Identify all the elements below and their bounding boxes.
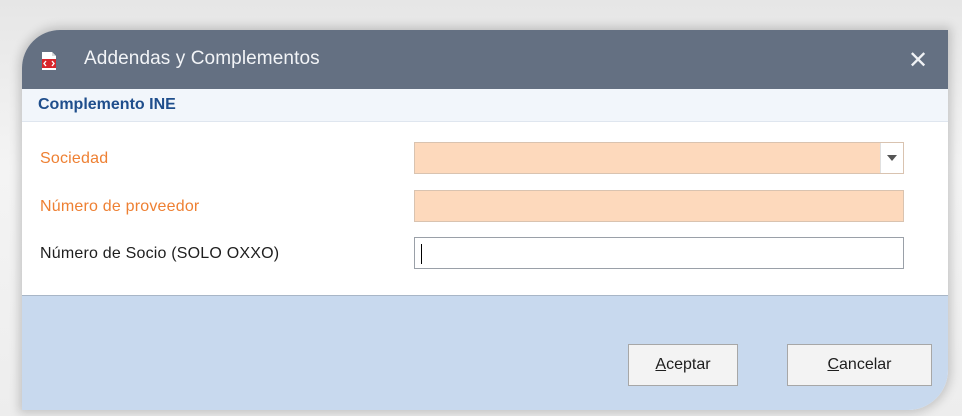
window-title: Addendas y Complementos [84,48,320,69]
proveedor-input[interactable] [414,190,904,222]
accept-accel: A [655,356,667,373]
pdf-document-icon [42,52,56,70]
section-header: Complemento INE [22,89,948,122]
socio-input[interactable] [414,237,904,269]
cancel-button[interactable]: Cancelar [787,344,932,386]
button-bar: Aceptar Cancelar [22,295,948,410]
socio-label: Número de Socio (SOLO OXXO) [40,245,280,262]
title-bar[interactable]: Addendas y Complementos ✕ [22,30,948,89]
sociedad-label: Sociedad [40,150,109,167]
close-button[interactable]: ✕ [900,42,936,78]
chevron-down-icon[interactable] [880,143,903,173]
form: Sociedad Número de proveedor Número de S… [22,122,948,294]
proveedor-label: Número de proveedor [40,198,200,215]
accept-button[interactable]: Aceptar [628,344,738,386]
section-title: Complemento INE [38,96,176,113]
cancel-accel: C [827,356,840,373]
text-caret [421,244,422,264]
sociedad-select[interactable] [414,142,904,174]
accept-label: ceptar [666,356,711,373]
cancel-label: ancelar [839,356,892,373]
dialog-window: Addendas y Complementos ✕ Complemento IN… [22,30,948,410]
close-icon: ✕ [907,46,929,74]
